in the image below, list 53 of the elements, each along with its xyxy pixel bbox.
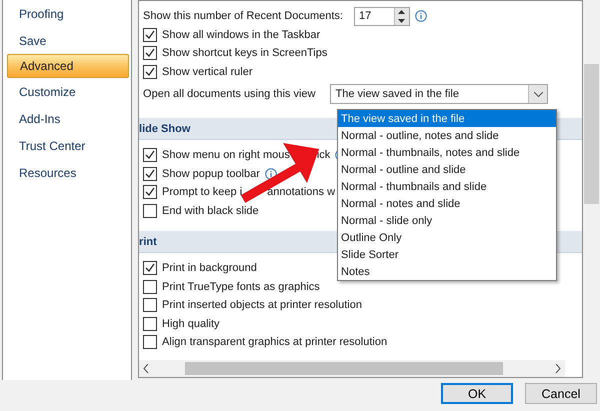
option-label: annotations w bbox=[267, 186, 336, 198]
option-label: Print TrueType fonts as graphics bbox=[162, 280, 320, 293]
option-label: Show shortcut keys in ScreenTips bbox=[162, 47, 328, 60]
view-dropdown[interactable]: The view saved in the file bbox=[330, 84, 548, 104]
down-icon bbox=[398, 18, 406, 22]
dropdown-option[interactable]: Normal - thumbnails and slide bbox=[338, 178, 556, 195]
option-label: Print in background bbox=[162, 262, 257, 274]
caret-icon bbox=[534, 92, 543, 96]
option-label: Prompt to keep i bbox=[162, 186, 242, 198]
checkbox[interactable] bbox=[143, 335, 158, 350]
option-label: ick bbox=[316, 149, 330, 162]
option-label: Print inserted objects at printer resolution bbox=[162, 299, 362, 312]
checkbox[interactable] bbox=[143, 298, 158, 312]
dropdown-option[interactable]: Normal - notes and slide bbox=[338, 195, 556, 212]
option-label: Show this number of Recent Documents: bbox=[143, 10, 343, 22]
dropdown-option[interactable]: Normal - thumbnails, notes and slide bbox=[338, 144, 556, 161]
dropdown-option[interactable]: Normal - slide only bbox=[338, 212, 556, 229]
dropdown-option[interactable]: Notes bbox=[338, 263, 556, 280]
sidebar-item[interactable]: Trust Center bbox=[3, 132, 132, 159]
sidebar-item[interactable]: Add-Ins bbox=[3, 105, 132, 132]
checkbox[interactable] bbox=[143, 204, 158, 218]
sidebar-item[interactable]: Save bbox=[3, 27, 132, 54]
option-label: Open all documents using this view bbox=[143, 88, 316, 100]
sidebar-item[interactable]: Customize bbox=[3, 78, 132, 105]
sidebar-item[interactable]: Advanced bbox=[7, 54, 130, 78]
option-label: Show vertical ruler bbox=[162, 66, 253, 78]
option-label: Show all windows in the Taskbar bbox=[162, 28, 320, 41]
checkbox[interactable] bbox=[143, 46, 158, 60]
dialog-button[interactable]: Cancel bbox=[525, 383, 597, 404]
option-label: Align transparent graphics at printer resolution bbox=[162, 336, 388, 348]
dropdown-option[interactable]: The view saved in the file bbox=[338, 110, 556, 127]
sidebar-item[interactable]: Proofing bbox=[3, 0, 132, 27]
dialog-button[interactable]: OK bbox=[441, 383, 513, 404]
checkbox[interactable] bbox=[143, 64, 158, 79]
info-icon bbox=[264, 168, 277, 180]
checkbox[interactable] bbox=[143, 261, 158, 276]
sidebar-item[interactable]: Resources bbox=[3, 159, 132, 186]
checkbox[interactable] bbox=[143, 316, 158, 331]
checkbox[interactable] bbox=[143, 185, 158, 200]
option-label: High quality bbox=[162, 318, 220, 330]
checkbox[interactable] bbox=[143, 166, 158, 181]
option-label: Show popup toolbar bbox=[162, 168, 260, 180]
checkbox[interactable] bbox=[143, 148, 158, 162]
dropdown-option[interactable]: Outline Only bbox=[338, 229, 556, 246]
up-icon bbox=[398, 10, 406, 14]
dropdown-option[interactable]: Normal - outline and slide bbox=[338, 161, 556, 178]
checkbox[interactable] bbox=[143, 28, 158, 42]
number-field[interactable]: 17 bbox=[354, 6, 410, 26]
checkbox[interactable] bbox=[143, 280, 158, 294]
option-label: End with black slide bbox=[162, 204, 259, 217]
option-label: Show menu on right mous bbox=[162, 149, 290, 162]
horizontal-scrollbar[interactable] bbox=[139, 360, 566, 377]
info-icon bbox=[414, 10, 427, 22]
